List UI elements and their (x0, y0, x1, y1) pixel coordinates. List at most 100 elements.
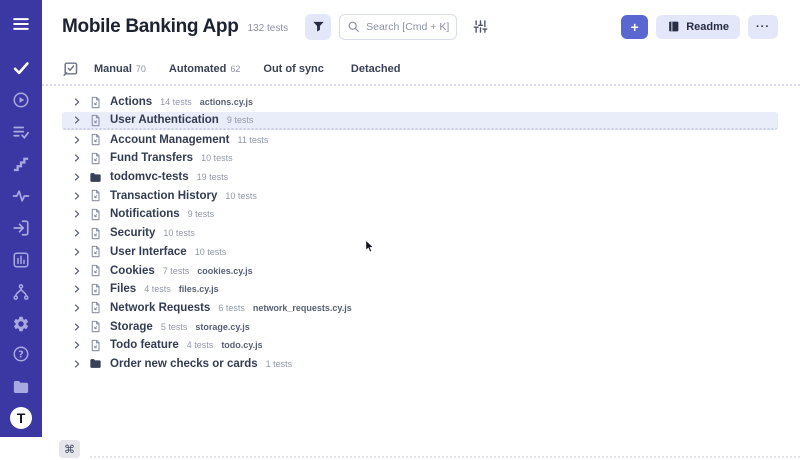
suite-test-count: 14 tests (160, 97, 192, 107)
suite-row-files[interactable]: Files 4 tests files.cy.js (62, 280, 778, 299)
sidebar-item-test-plans[interactable] (8, 119, 34, 145)
chevron-right-icon[interactable] (72, 115, 82, 125)
git-branch-icon (12, 283, 30, 301)
bulk-edit-icon[interactable] (62, 60, 79, 77)
chevron-right-icon[interactable] (72, 266, 82, 276)
file-icon (89, 152, 102, 165)
app-logo[interactable]: T (10, 407, 32, 429)
suite-test-count: 11 tests (238, 135, 269, 145)
chevron-right-icon[interactable] (72, 359, 82, 369)
chevron-right-icon[interactable] (72, 97, 82, 107)
readme-button[interactable]: Readme (656, 15, 740, 39)
file-icon (89, 245, 102, 258)
book-icon (667, 20, 680, 33)
chevron-right-icon[interactable] (72, 228, 82, 238)
suite-file-name: network_requests.cy.js (253, 303, 352, 313)
chevron-right-icon[interactable] (72, 135, 82, 145)
file-icon (89, 320, 102, 333)
chevron-right-icon[interactable] (72, 191, 82, 201)
suite-row-cookies[interactable]: Cookies 7 tests cookies.cy.js (62, 261, 778, 280)
suite-test-count: 10 tests (163, 228, 195, 238)
suite-test-count: 9 tests (188, 209, 215, 219)
menu-button[interactable] (8, 11, 34, 37)
suite-file-name: files.cy.js (179, 284, 219, 294)
search-input[interactable] (339, 14, 457, 40)
suite-row-transaction-history[interactable]: Transaction History 10 tests (62, 186, 778, 205)
suite-row-user-interface[interactable]: User Interface 10 tests (62, 243, 778, 262)
footer-divider (90, 456, 800, 458)
footer-bar: ⌘ (42, 437, 800, 460)
suite-row-notifications[interactable]: Notifications 9 tests (62, 205, 778, 224)
logo-letter: T (17, 410, 26, 426)
suite-name: Transaction History (110, 190, 217, 202)
sidebar-item-import[interactable] (8, 215, 34, 241)
more-options-button[interactable]: ··· (748, 15, 778, 39)
sliders-icon (473, 19, 488, 34)
tab-label: Out of sync (263, 63, 324, 75)
tab-bar: Manual 70 Automated 62 Out of sync Detac… (42, 53, 800, 86)
suite-row-account-management[interactable]: Account Management 11 tests (62, 130, 778, 149)
tab-manual[interactable]: Manual 70 (94, 63, 146, 75)
suite-name: Storage (110, 321, 153, 333)
suite-row-todomvc-tests[interactable]: todomvc-tests 19 tests (62, 168, 778, 187)
app-window: T Mobile Banking App 132 tests + Readme … (0, 0, 800, 460)
search-box (339, 14, 457, 40)
folder-icon (89, 171, 102, 184)
sidebar-item-branches[interactable] (8, 279, 34, 305)
file-icon (89, 208, 102, 221)
gear-icon (12, 315, 30, 333)
suite-row-security[interactable]: Security 10 tests (62, 224, 778, 243)
steps-icon (12, 155, 30, 173)
filter-button[interactable] (305, 14, 331, 40)
sidebar-item-runs[interactable] (8, 87, 34, 113)
suite-row-storage[interactable]: Storage 5 tests storage.cy.js (62, 317, 778, 336)
file-icon (89, 283, 102, 296)
view-settings-button[interactable] (470, 17, 490, 37)
chevron-right-icon[interactable] (72, 172, 82, 182)
sidebar-item-help[interactable] (8, 341, 34, 367)
chevron-right-icon[interactable] (72, 209, 82, 219)
total-tests-count: 132 tests (248, 23, 289, 34)
keyboard-shortcuts-button[interactable]: ⌘ (59, 440, 80, 458)
suite-name: Todo feature (110, 339, 179, 351)
tab-label: Manual (94, 63, 132, 75)
suite-row-order-new-checks[interactable]: Order new checks or cards 1 tests (62, 355, 778, 374)
suite-row-user-authentication[interactable]: User Authentication 9 tests (62, 112, 778, 131)
chevron-right-icon[interactable] (72, 284, 82, 294)
command-key-icon: ⌘ (64, 443, 75, 456)
folder-icon (89, 357, 102, 370)
suite-name: Account Management (110, 134, 230, 146)
tab-detached[interactable]: Detached (351, 63, 405, 75)
sidebar-item-activity[interactable] (8, 183, 34, 209)
tab-out-of-sync[interactable]: Out of sync (263, 63, 328, 75)
chevron-right-icon[interactable] (72, 303, 82, 313)
folder-icon (12, 378, 30, 396)
tab-automated[interactable]: Automated 62 (169, 63, 240, 75)
suite-row-fund-transfers[interactable]: Fund Transfers 10 tests (62, 149, 778, 168)
chevron-right-icon[interactable] (72, 322, 82, 332)
add-button[interactable]: + (621, 15, 648, 39)
sidebar-item-settings[interactable] (8, 311, 34, 337)
plus-label: + (631, 19, 639, 35)
file-icon (89, 264, 102, 277)
suite-row-actions[interactable]: Actions 14 tests actions.cy.js (62, 93, 778, 112)
suite-test-count: 1 tests (266, 359, 293, 369)
sidebar-item-tests[interactable] (8, 55, 34, 81)
sidebar: T (0, 0, 42, 437)
chevron-right-icon[interactable] (72, 340, 82, 350)
sidebar-item-steps[interactable] (8, 151, 34, 177)
suite-test-count: 10 tests (195, 247, 227, 257)
suite-file-name: storage.cy.js (195, 322, 249, 332)
sidebar-item-projects[interactable] (8, 374, 34, 400)
suite-name: User Authentication (110, 114, 219, 126)
chevron-right-icon[interactable] (72, 153, 82, 163)
suite-row-todo-feature[interactable]: Todo feature 4 tests todo.cy.js (62, 336, 778, 355)
bar-chart-icon (12, 251, 30, 269)
chevron-right-icon[interactable] (72, 247, 82, 257)
suite-name: Actions (110, 96, 152, 108)
suite-name: Files (110, 283, 136, 295)
sidebar-item-analytics[interactable] (8, 247, 34, 273)
suite-row-network-requests[interactable]: Network Requests 6 tests network_request… (62, 299, 778, 318)
suite-test-count: 4 tests (187, 340, 214, 350)
file-icon (89, 227, 102, 240)
